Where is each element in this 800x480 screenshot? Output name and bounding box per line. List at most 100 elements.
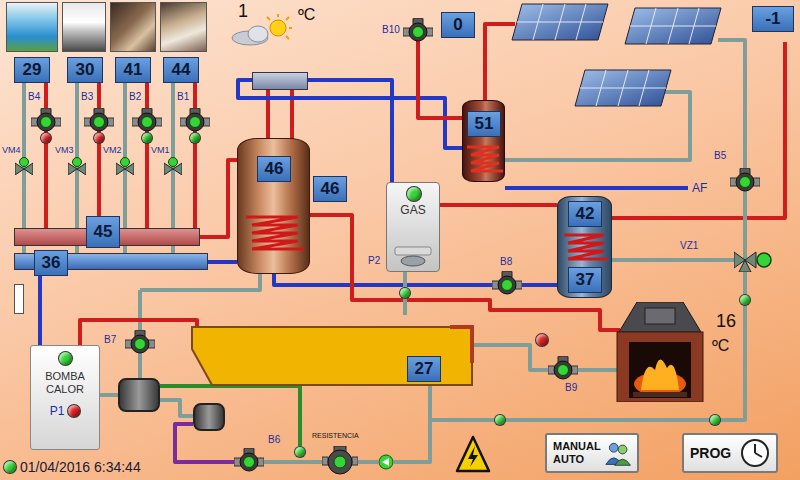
cold-water-label: AF — [692, 182, 707, 195]
high-voltage-warning-icon — [455, 434, 491, 474]
pump-label: B8 — [500, 256, 512, 267]
buffer-tank-temperature: 46 — [313, 176, 347, 202]
pump-label: B9 — [565, 382, 577, 393]
heating-scada-screen: 29B4VM430B3VM341B2VM244B1VM145361ºC-1B10… — [0, 0, 800, 480]
outdoor-unit: ºC — [298, 6, 315, 24]
pipe — [612, 258, 735, 262]
status-bar: 01/04/2016 6:34:44 — [4, 459, 141, 475]
heat-pump-status-led — [59, 352, 72, 365]
coil-icon — [558, 231, 613, 265]
solar-panels-icon — [508, 0, 728, 115]
program-button[interactable]: PROG — [682, 433, 778, 473]
pump-icon[interactable] — [31, 108, 61, 132]
heat-pump: BOMBA CALOR P1 — [30, 345, 100, 450]
mixing-valve-icon[interactable] — [68, 157, 86, 175]
pipe — [160, 400, 193, 416]
temperature-sensor — [740, 295, 750, 305]
pump-status-led — [94, 133, 104, 143]
manual-auto-button[interactable]: MANUALAUTO — [545, 433, 639, 473]
room-photo — [110, 2, 156, 52]
pump-icon[interactable] — [730, 168, 760, 192]
room-photo — [62, 2, 106, 52]
pipe — [200, 160, 237, 237]
hot-water-top-temperature: 42 — [568, 201, 602, 227]
heat-exchanger — [193, 403, 225, 431]
temperature-sensor — [710, 415, 720, 425]
pipe — [160, 386, 300, 446]
boiler-pump-label: P2 — [368, 255, 380, 266]
button-label: PROG — [690, 445, 731, 461]
three-way-valve-icon[interactable] — [734, 248, 772, 272]
pipe — [100, 393, 118, 397]
collector-temperature: -1 — [752, 6, 794, 32]
fireplace-unit: ºC — [712, 337, 729, 355]
mixing-valve-icon[interactable] — [164, 157, 182, 175]
pump-label: B5 — [714, 150, 726, 161]
pipe — [505, 186, 688, 190]
coil-icon — [238, 213, 311, 257]
heat-exchanger — [118, 378, 160, 412]
pump-icon[interactable] — [548, 356, 578, 380]
header-manifold — [252, 72, 308, 90]
temperature-sensor — [400, 288, 410, 298]
coil-icon — [463, 143, 506, 179]
heat-pump-circulator-led — [68, 405, 80, 417]
pipe — [145, 83, 149, 228]
pump-label: B4 — [28, 91, 40, 102]
pipe — [612, 42, 785, 218]
pump-status-led — [536, 334, 548, 346]
pump-icon[interactable] — [492, 271, 522, 295]
room-photo — [160, 2, 207, 52]
mixing-valve-label: VM3 — [55, 145, 74, 155]
pump-icon[interactable] — [84, 108, 114, 132]
pipe — [38, 270, 42, 345]
room-temperature: 30 — [67, 57, 103, 83]
solar-flow-reading: 0 — [441, 12, 475, 38]
room-photo — [6, 2, 58, 52]
pipe — [208, 260, 237, 264]
button-sublabel: AUTO — [553, 453, 584, 466]
room-temperature: 44 — [163, 57, 199, 83]
supply-manifold-temperature: 45 — [86, 216, 120, 248]
pump-label: B6 — [268, 434, 280, 445]
pump-icon[interactable] — [234, 448, 264, 472]
heat-pump-label: BOMBA CALOR — [37, 370, 93, 396]
buffer-tank-top-temperature: 46 — [257, 156, 291, 182]
pump-icon[interactable] — [132, 108, 162, 132]
pipe — [485, 24, 515, 100]
connection-led — [4, 461, 16, 473]
pump-label: B10 — [382, 24, 400, 35]
boiler-label: GAS — [387, 203, 439, 217]
temperature-sensor — [295, 447, 305, 457]
expansion-vessel — [14, 284, 24, 314]
pump-label: B1 — [177, 91, 189, 102]
room-temperature: 41 — [115, 57, 151, 83]
electric-heater-icon[interactable] — [322, 446, 358, 476]
pipe — [193, 83, 197, 228]
solar-tank-temperature: 51 — [467, 111, 501, 137]
burner-icon — [393, 245, 433, 267]
pipe — [394, 420, 430, 462]
partly-sunny-icon — [228, 14, 292, 46]
solar-panel — [512, 4, 608, 40]
pump-icon[interactable] — [125, 330, 155, 354]
pump-icon[interactable] — [403, 18, 433, 42]
pipe — [358, 460, 378, 464]
pipe — [418, 40, 462, 118]
mixing-valve-icon[interactable] — [116, 157, 134, 175]
mixing-valve-label: VM4 — [2, 145, 21, 155]
outdoor-temperature: 1 — [238, 1, 248, 22]
flow-direction-icon — [378, 454, 394, 470]
return-manifold-temperature: 36 — [34, 250, 68, 276]
pump-icon[interactable] — [180, 108, 210, 132]
mixing-valve-label: VM1 — [151, 145, 170, 155]
button-label: MANUAL — [553, 440, 601, 453]
boiler-status-led — [407, 187, 421, 201]
mixing-valve-icon[interactable] — [15, 157, 33, 175]
heat-pump-circulator-label: P1 — [50, 404, 65, 418]
solar-tank: 51 — [462, 100, 505, 182]
pump-label: B7 — [104, 334, 116, 345]
solar-panel — [575, 70, 671, 106]
gas-boiler: GAS — [386, 182, 440, 272]
pump-status-led — [142, 133, 152, 143]
